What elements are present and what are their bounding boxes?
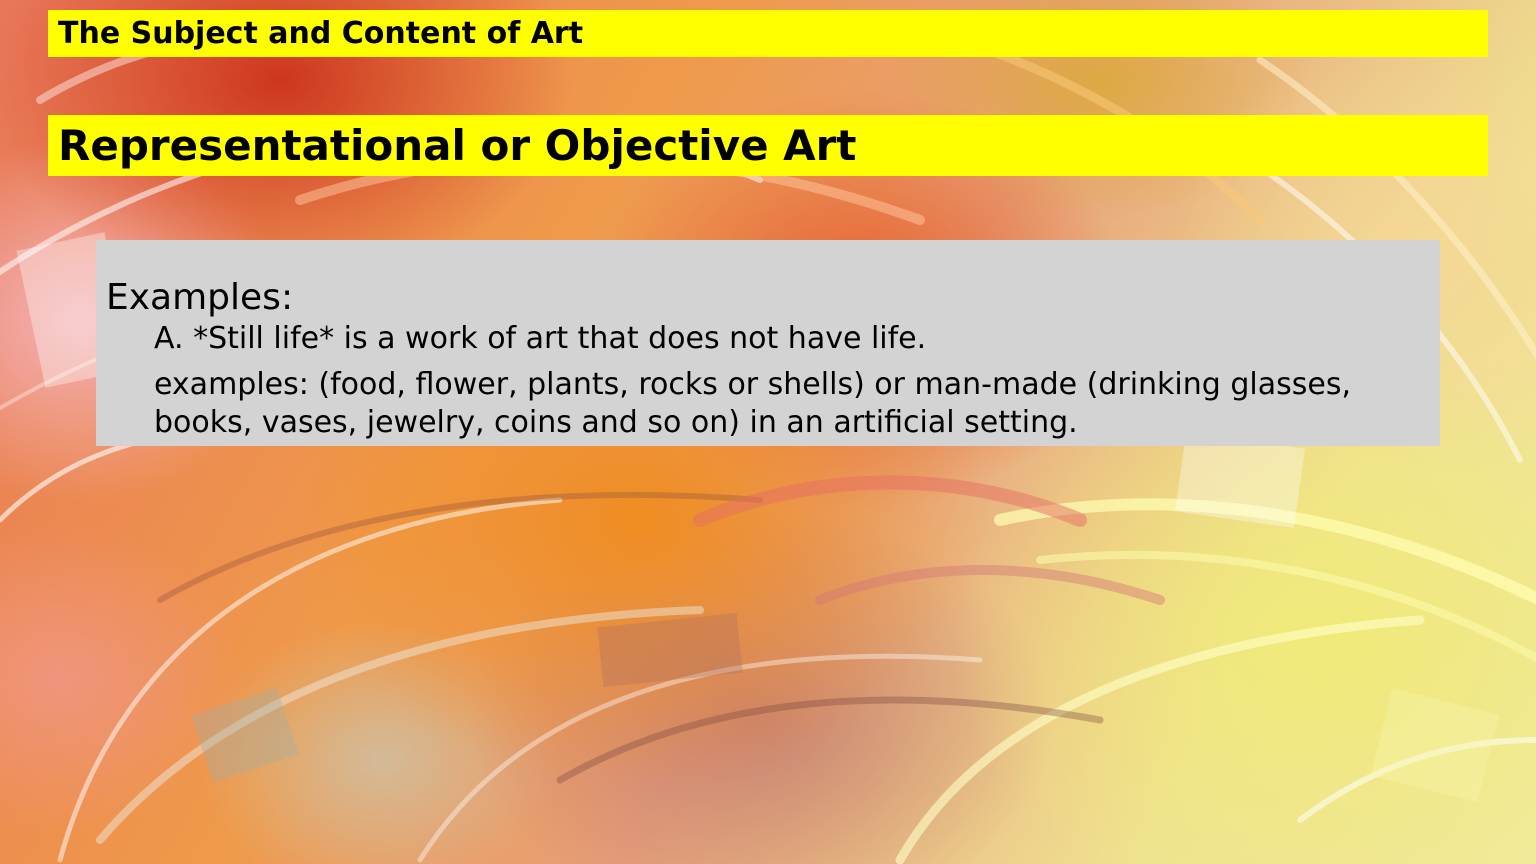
content-text-box: Examples: A. *Still life* is a work of a…	[96, 240, 1440, 446]
slide-heading-bar: Representational or Objective Art	[48, 115, 1488, 176]
example-item-still-life: A. *Still life* is a work of art that do…	[154, 321, 927, 356]
examples-label: Examples:	[106, 277, 294, 318]
slide-heading: Representational or Objective Art	[58, 121, 857, 170]
slide-title: The Subject and Content of Art	[58, 16, 584, 51]
slide-canvas: The Subject and Content of Art Represent…	[0, 0, 1536, 864]
example-item-objects: examples: (food, flower, plants, rocks o…	[154, 367, 1351, 440]
slide-title-bar: The Subject and Content of Art	[48, 10, 1488, 57]
